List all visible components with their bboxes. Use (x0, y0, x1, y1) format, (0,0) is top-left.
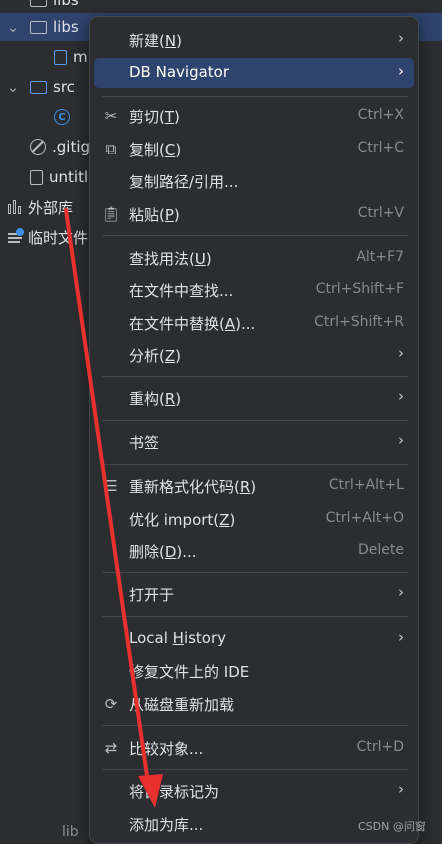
menu-item-repair-ide[interactable]: 修复文件上的 IDE (94, 656, 414, 686)
menu-separator (102, 769, 408, 770)
menu-item-local-history[interactable]: Local History › (94, 624, 414, 654)
nav-path-item[interactable]: lib (62, 824, 79, 840)
menu-item-delete[interactable]: 删除(D)... Delete (94, 536, 414, 566)
class-icon: C (54, 109, 70, 125)
reload-icon: ⟳ (104, 695, 118, 713)
scratches-icon (8, 228, 24, 244)
shortcut-label: Ctrl+Shift+R (314, 314, 404, 330)
context-menu: 新建(N) › DB Navigator › ✂ 剪切(T) Ctrl+X ⧉ … (89, 16, 419, 844)
chevron-down-icon[interactable]: ⌄ (6, 78, 20, 96)
tree-item-src[interactable]: ⌄ src (6, 73, 75, 101)
tree-item-external-libraries[interactable]: 外部库 (8, 193, 73, 221)
tree-item-scratches[interactable]: 临时文件 (8, 223, 88, 251)
menu-item-reformat-code[interactable]: ☰ 重新格式化代码(R) Ctrl+Alt+L (94, 471, 414, 501)
menu-item-replace-in-files[interactable]: 在文件中替换(A)... Ctrl+Shift+R (94, 308, 414, 338)
menu-separator (102, 376, 408, 377)
menu-item-find-in-files[interactable]: 在文件中查找... Ctrl+Shift+F (94, 275, 414, 305)
tree-item-top-partial[interactable]: libs (30, 0, 79, 14)
tree-item-m[interactable]: m (54, 43, 88, 71)
folder-icon (30, 20, 47, 34)
menu-item-compare-with[interactable]: ⇄ 比较对象... Ctrl+D (94, 733, 414, 763)
tree-item-label: 外部库 (28, 198, 74, 217)
reformat-icon: ☰ (104, 477, 118, 495)
jar-file-icon (54, 49, 67, 65)
chevron-right-icon: › (398, 29, 404, 47)
tree-item-libs[interactable]: ⌄ libs (6, 13, 79, 41)
menu-item-cut[interactable]: ✂ 剪切(T) Ctrl+X (94, 101, 414, 131)
menu-item-paste[interactable]: 📋︎ 粘贴(P) Ctrl+V (94, 199, 414, 229)
chevron-right-icon: › (398, 62, 404, 80)
menu-separator (102, 616, 408, 617)
menu-separator (102, 420, 408, 421)
menu-item-db-navigator[interactable]: DB Navigator › (94, 58, 414, 88)
chevron-right-icon: › (398, 780, 404, 798)
shortcut-label: Delete (358, 542, 404, 558)
shortcut-label: Ctrl+Alt+O (325, 510, 404, 526)
menu-separator (102, 96, 408, 97)
copy-icon: ⧉ (105, 140, 117, 158)
shortcut-label: Ctrl+Shift+F (315, 281, 404, 297)
folder-icon (30, 0, 47, 7)
menu-item-find-usages[interactable]: 查找用法(U) Alt+F7 (94, 243, 414, 273)
shortcut-label: Ctrl+D (356, 739, 404, 755)
shortcut-label: Alt+F7 (356, 249, 404, 265)
menu-item-analyze[interactable]: 分析(Z) › (94, 340, 414, 370)
library-icon (8, 200, 24, 214)
menu-separator (102, 725, 408, 726)
tree-item-gitignore[interactable]: .gitig (30, 133, 90, 161)
menu-separator (102, 572, 408, 573)
menu-item-reload-from-disk[interactable]: ⟳ 从磁盘重新加载 (94, 689, 414, 719)
menu-separator (102, 464, 408, 465)
menu-item-new[interactable]: 新建(N) › (94, 25, 414, 55)
compare-icon: ⇄ (104, 739, 118, 757)
menu-item-mark-directory-as[interactable]: 将目录标记为 › (94, 776, 414, 806)
chevron-right-icon: › (398, 583, 404, 601)
menu-item-copy[interactable]: ⧉ 复制(C) Ctrl+C (94, 134, 414, 164)
module-file-icon (30, 169, 43, 185)
tree-item-class[interactable]: C (54, 103, 70, 131)
tree-item-label: src (53, 78, 75, 96)
menu-item-refactor[interactable]: 重构(R) › (94, 383, 414, 413)
tree-item-label: 临时文件 (28, 228, 89, 247)
menu-item-bookmarks[interactable]: 书签 › (94, 427, 414, 457)
chevron-right-icon: › (398, 387, 404, 405)
shortcut-label: Ctrl+C (357, 140, 404, 156)
shortcut-label: Ctrl+V (357, 205, 404, 221)
tree-item-untitled[interactable]: untitl (30, 163, 88, 191)
tree-item-label: untitl (49, 168, 89, 186)
tree-item-label: m (73, 48, 88, 66)
chevron-right-icon: › (398, 431, 404, 449)
ignored-file-icon (30, 139, 46, 155)
tree-item-label: libs (53, 0, 79, 9)
chevron-down-icon[interactable]: ⌄ (6, 18, 20, 36)
shortcut-label: Ctrl+Alt+L (328, 477, 404, 493)
tree-item-label: .gitig (52, 138, 91, 156)
shortcut-label: Ctrl+X (357, 107, 404, 123)
chevron-right-icon: › (398, 344, 404, 362)
tree-item-label: libs (53, 18, 79, 36)
source-folder-icon (30, 80, 47, 94)
chevron-right-icon: › (398, 628, 404, 646)
paste-icon: 📋︎ (101, 205, 121, 223)
scissors-icon: ✂ (104, 107, 118, 125)
menu-item-copy-path[interactable]: 复制路径/引用... (94, 166, 414, 196)
menu-item-optimize-imports[interactable]: 优化 import(Z) Ctrl+Alt+O (94, 504, 414, 534)
watermark: CSDN @问窗 (358, 820, 426, 833)
menu-separator (102, 235, 408, 236)
menu-item-open-in[interactable]: 打开于 › (94, 579, 414, 609)
